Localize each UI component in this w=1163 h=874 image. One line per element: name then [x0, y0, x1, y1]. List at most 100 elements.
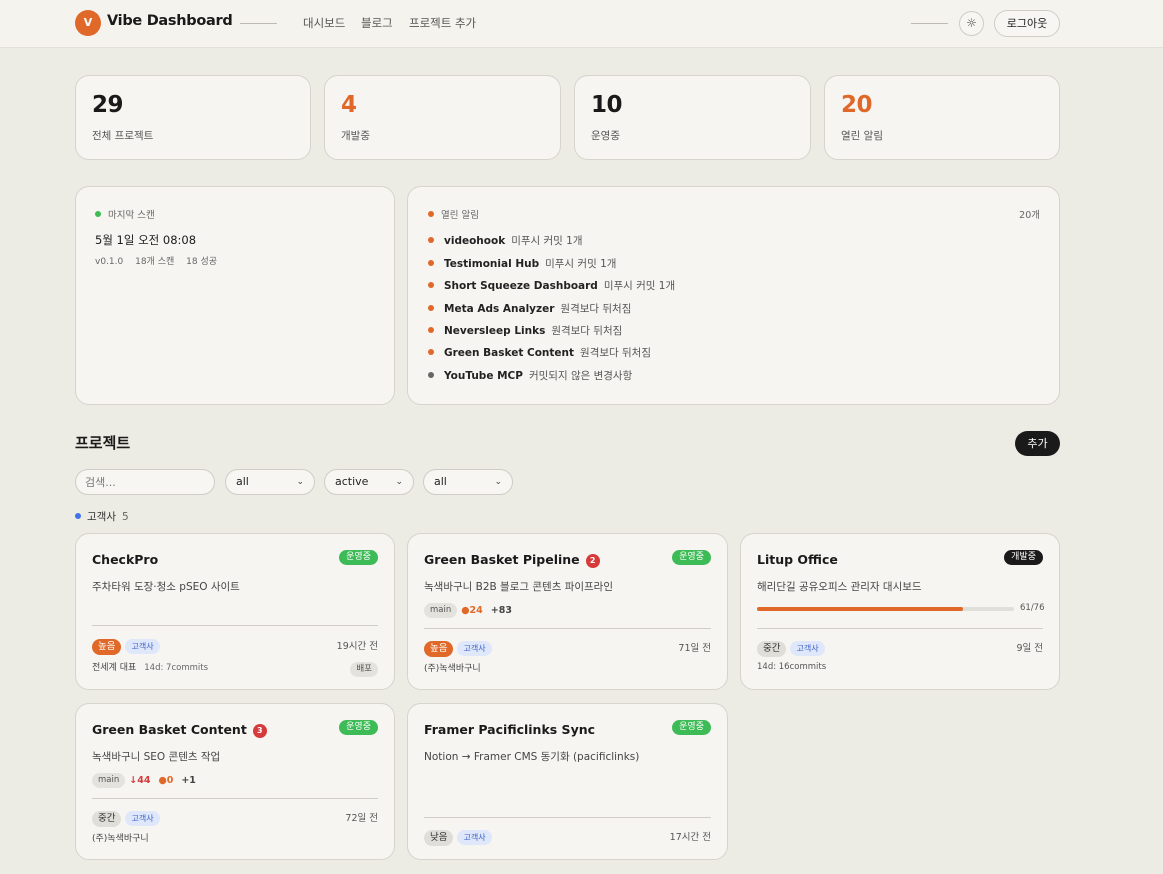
project-tags: 높음 고객사: [92, 636, 164, 655]
alert-dot-icon: [428, 237, 434, 243]
scan-count: 18개 스캔: [135, 257, 175, 267]
logout-button[interactable]: 로그아웃: [994, 10, 1060, 37]
alerts-title: 열린 알림: [441, 210, 479, 221]
project-tags: 중간 고객사: [757, 638, 829, 657]
branch-tag: main: [424, 603, 458, 618]
status-dot-icon: [428, 211, 434, 217]
scan-meta: v0.1.0 18개 스캔 18 성공: [95, 254, 217, 267]
status-badge: 개발중: [1004, 550, 1043, 565]
project-card-green-basket-pipeline[interactable]: Green Basket Pipeline 2 운영중 녹색바구니 B2B 블로그…: [407, 533, 728, 690]
git-status: main ●24 +83: [424, 603, 520, 618]
filter-select-state[interactable]: active ⌄: [324, 469, 414, 495]
add-project-button[interactable]: 추가: [1015, 431, 1060, 456]
card-divider: [92, 798, 378, 799]
filter-select-type[interactable]: all ⌄: [225, 469, 315, 495]
search-input[interactable]: [75, 469, 215, 495]
project-name[interactable]: Litup Office: [757, 552, 838, 567]
last-scan-card: 마지막 스캔 5월 1일 오전 08:08 v0.1.0 18개 스캔 18 성…: [75, 186, 395, 405]
open-alerts-card: 열린 알림 20개 videohook 미푸시 커밋 1개 Testimonial…: [407, 186, 1060, 405]
project-description: 녹색바구니 B2B 블로그 콘텐츠 파이프라인: [424, 581, 613, 593]
project-card-green-basket-content[interactable]: Green Basket Content 3 운영중 녹색바구니 SEO 콘텐츠 …: [75, 703, 395, 860]
header-divider: [911, 23, 948, 24]
alert-item[interactable]: videohook 미푸시 커밋 1개: [428, 233, 583, 248]
project-description: Notion → Framer CMS 동기화 (pacificlinks): [424, 751, 640, 763]
status-dot-icon: [95, 211, 101, 217]
stat-label: 운영중: [591, 130, 620, 142]
filter-select-priority[interactable]: all ⌄: [423, 469, 513, 495]
header-divider: [240, 23, 277, 24]
card-divider: [424, 817, 711, 818]
project-owner: (주)녹색바구니: [92, 834, 149, 844]
scan-header: 마지막 스캔: [95, 207, 155, 221]
nav-add-project[interactable]: 프로젝트 추가: [409, 15, 476, 31]
alert-item[interactable]: YouTube MCP 커밋되지 않은 변경사항: [428, 368, 632, 383]
stat-value: 29: [92, 92, 124, 118]
project-tags: 중간 고객사: [92, 808, 164, 827]
logo-icon[interactable]: V: [75, 10, 101, 36]
stat-value: 20: [841, 92, 873, 118]
scan-version: v0.1.0: [95, 257, 124, 267]
project-card-checkpro[interactable]: CheckPro 운영중 주차타워 도장·청소 pSEO 사이트 높음 고객사 1…: [75, 533, 395, 690]
stat-label: 열린 알림: [841, 130, 883, 142]
project-owner: (주)녹색바구니: [424, 664, 481, 674]
behind-count: ↓44: [129, 775, 151, 786]
deploy-tag: 배포: [350, 662, 378, 677]
stat-card-operating: 10 운영중: [574, 75, 811, 160]
alert-dot-icon: [428, 327, 434, 333]
progress-bar: [757, 607, 1014, 611]
status-badge: 운영중: [339, 550, 378, 565]
updated-time: 19시간 전: [336, 641, 378, 652]
project-tags: 높음 고객사: [424, 638, 496, 657]
status-badge: 운영중: [672, 550, 711, 565]
updated-time: 9일 전: [1016, 643, 1043, 654]
chevron-down-icon: ⌄: [395, 477, 403, 487]
scan-title: 마지막 스캔: [108, 210, 155, 221]
project-name[interactable]: CheckPro: [92, 552, 158, 567]
priority-tag: 낮음: [424, 829, 454, 846]
stat-value: 10: [591, 92, 623, 118]
updated-time: 17시간 전: [669, 832, 711, 843]
alert-item[interactable]: Neversleep Links 원격보다 뒤처짐: [428, 323, 622, 338]
alert-dot-icon: [428, 305, 434, 311]
project-description: 주차타워 도장·청소 pSEO 사이트: [92, 581, 240, 593]
stat-label: 전체 프로젝트: [92, 130, 154, 142]
project-owner: 전세계 대표 14d: 7commits: [92, 663, 209, 673]
sun-icon: ☼: [966, 16, 977, 30]
progress-label: 61/76: [1020, 603, 1045, 613]
project-name[interactable]: Framer Pacificlinks Sync: [424, 722, 595, 737]
project-card-litup-office[interactable]: Litup Office 개발중 해리단길 공유오피스 관리자 대시보드 61/…: [740, 533, 1060, 690]
alert-dot-icon: [428, 282, 434, 288]
project-description: 녹색바구니 SEO 콘텐츠 작업: [92, 751, 221, 763]
alerts-count: 20개: [1019, 210, 1040, 221]
nav-dashboard[interactable]: 대시보드: [303, 15, 345, 31]
theme-toggle-button[interactable]: ☼: [959, 11, 984, 36]
alert-item[interactable]: Meta Ads Analyzer 원격보다 뒤처짐: [428, 301, 631, 316]
card-divider: [424, 628, 711, 629]
commit-count: 14d: 7commits: [144, 663, 209, 673]
priority-tag: 높음: [92, 638, 122, 655]
app-title[interactable]: Vibe Dashboard: [107, 13, 233, 29]
ahead-count: ●24: [461, 605, 483, 616]
changes-count: +1: [181, 775, 196, 786]
priority-tag: 높음: [424, 640, 454, 657]
alert-item[interactable]: Green Basket Content 원격보다 뒤처짐: [428, 345, 651, 360]
scan-success: 18 성공: [186, 257, 218, 267]
alert-dot-icon: [428, 349, 434, 355]
alert-item[interactable]: Short Squeeze Dashboard 미푸시 커밋 1개: [428, 278, 675, 293]
chevron-down-icon: ⌄: [494, 477, 502, 487]
project-card-framer-pacificlinks-sync[interactable]: Framer Pacificlinks Sync 운영중 Notion → Fr…: [407, 703, 728, 860]
nav-blog[interactable]: 블로그: [361, 15, 393, 31]
client-tag: 고객사: [457, 830, 492, 845]
project-name[interactable]: Green Basket Content 3: [92, 722, 267, 738]
client-tag: 고객사: [125, 639, 160, 654]
alert-item[interactable]: Testimonial Hub 미푸시 커밋 1개: [428, 256, 616, 271]
stat-card-total: 29 전체 프로젝트: [75, 75, 311, 160]
project-tags: 낮음 고객사: [424, 827, 496, 846]
top-header: V Vibe Dashboard 대시보드 블로그 프로젝트 추가 ☼ 로그아웃: [0, 0, 1163, 48]
projects-title: 프로젝트: [75, 434, 131, 452]
alert-count-badge: 2: [585, 554, 600, 568]
changes-count: +83: [490, 605, 512, 616]
project-name[interactable]: Green Basket Pipeline 2: [424, 552, 600, 568]
client-tag: 고객사: [790, 641, 825, 656]
status-badge: 운영중: [339, 720, 378, 735]
